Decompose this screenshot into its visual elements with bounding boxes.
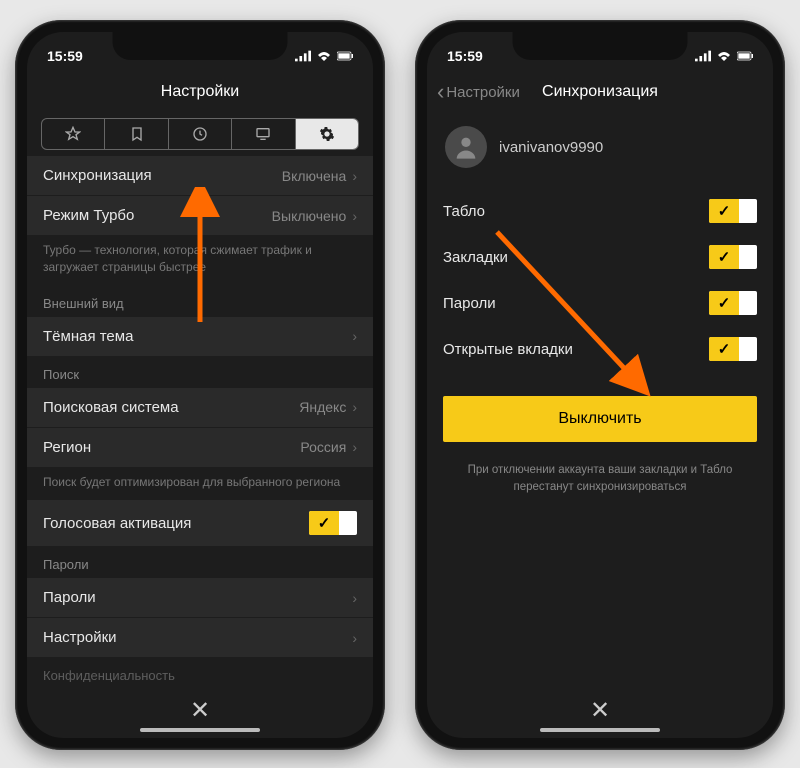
status-time: 15:59	[47, 48, 83, 64]
row-value: Россия	[300, 439, 346, 455]
row-value: Яндекс	[299, 399, 346, 415]
row-value: Выключено	[272, 208, 347, 224]
nav-header: ‹ Настройки Синхронизация	[427, 72, 773, 112]
disable-note: При отключении аккаунта ваши закладки и …	[427, 452, 773, 507]
section-appearance: Внешний вид	[27, 286, 373, 317]
tab-favorites[interactable]	[42, 119, 105, 149]
check-icon: ✓	[709, 337, 739, 361]
signal-icon	[295, 50, 311, 62]
notch	[513, 32, 688, 60]
battery-icon	[737, 50, 753, 62]
tablo-toggle[interactable]: ✓	[709, 199, 757, 223]
disable-button[interactable]: Выключить	[443, 396, 757, 442]
tab-history[interactable]	[169, 119, 232, 149]
home-indicator	[540, 728, 660, 732]
row-sync[interactable]: Синхронизация Включена ›	[27, 156, 373, 196]
row-label: Пароли	[443, 295, 496, 312]
battery-icon	[337, 50, 353, 62]
chevron-right-icon: ›	[352, 328, 357, 344]
row-bookmarks[interactable]: Закладки ✓	[427, 234, 773, 280]
wifi-icon	[316, 50, 332, 62]
row-passwords[interactable]: Пароли ✓	[427, 280, 773, 326]
row-label: Настройки	[43, 629, 117, 646]
back-button[interactable]: ‹ Настройки	[437, 79, 520, 105]
row-label: Синхронизация	[43, 167, 152, 184]
tab-devices[interactable]	[232, 119, 295, 149]
chevron-left-icon: ‹	[437, 79, 444, 105]
row-label: Табло	[443, 203, 485, 220]
voice-toggle[interactable]: ✓	[309, 511, 357, 535]
row-label: Голосовая активация	[43, 515, 191, 532]
check-icon: ✓	[709, 245, 739, 269]
row-label: Регион	[43, 439, 91, 456]
search-description: Поиск будет оптимизирован для выбранного…	[27, 468, 373, 501]
passwords-toggle[interactable]: ✓	[709, 291, 757, 315]
section-privacy: Конфиденциальность	[27, 658, 373, 682]
turbo-description: Турбо — технология, которая сжимает траф…	[27, 236, 373, 286]
disable-button-label: Выключить	[558, 410, 641, 428]
wifi-icon	[716, 50, 732, 62]
check-icon: ✓	[709, 199, 739, 223]
chevron-right-icon: ›	[352, 439, 357, 455]
notch	[113, 32, 288, 60]
avatar	[445, 126, 487, 168]
row-dark-theme[interactable]: Тёмная тема ›	[27, 317, 373, 357]
row-open-tabs[interactable]: Открытые вкладки ✓	[427, 326, 773, 372]
section-passwords: Пароли	[27, 547, 373, 578]
status-icons	[295, 50, 353, 62]
row-passwords[interactable]: Пароли ›	[27, 578, 373, 618]
settings-list: Синхронизация Включена › Режим Турбо Выкл…	[27, 156, 373, 682]
tabs-toggle[interactable]: ✓	[709, 337, 757, 361]
page-title: Синхронизация	[542, 83, 658, 101]
row-label: Режим Турбо	[43, 207, 134, 224]
row-tablo[interactable]: Табло ✓	[427, 188, 773, 234]
close-icon[interactable]: ✕	[590, 696, 610, 725]
row-label: Пароли	[43, 589, 96, 606]
row-voice-activation[interactable]: Голосовая активация ✓	[27, 500, 373, 547]
home-indicator	[140, 728, 260, 732]
status-time: 15:59	[447, 48, 483, 64]
row-turbo[interactable]: Режим Турбо Выключено ›	[27, 196, 373, 236]
chevron-right-icon: ›	[352, 208, 357, 224]
check-icon: ✓	[709, 291, 739, 315]
row-settings[interactable]: Настройки ›	[27, 618, 373, 658]
row-label: Поисковая система	[43, 399, 179, 416]
phone-right: 15:59 ‹ Настройки Синхронизация ivanivan…	[415, 20, 785, 750]
chevron-right-icon: ›	[352, 168, 357, 184]
back-label: Настройки	[446, 84, 520, 101]
page-title: Настройки	[161, 83, 239, 101]
phone-left: 15:59 Настройки Синхронизация Включена › …	[15, 20, 385, 750]
nav-header: Настройки	[27, 72, 373, 112]
close-icon[interactable]: ✕	[190, 696, 210, 725]
row-value: Включена	[282, 168, 347, 184]
chevron-right-icon: ›	[352, 630, 357, 646]
signal-icon	[695, 50, 711, 62]
check-icon: ✓	[309, 511, 339, 535]
row-label: Тёмная тема	[43, 328, 133, 345]
row-region[interactable]: Регион Россия ›	[27, 428, 373, 468]
section-search: Поиск	[27, 357, 373, 388]
row-label: Закладки	[443, 249, 508, 266]
row-search-engine[interactable]: Поисковая система Яндекс ›	[27, 388, 373, 428]
status-icons	[695, 50, 753, 62]
row-label: Открытые вкладки	[443, 341, 573, 358]
username: ivanivanov9990	[499, 139, 603, 156]
bookmarks-toggle[interactable]: ✓	[709, 245, 757, 269]
chevron-right-icon: ›	[352, 399, 357, 415]
sync-content: ivanivanov9990 Табло ✓ Закладки ✓ Пароли…	[427, 112, 773, 682]
user-row[interactable]: ivanivanov9990	[427, 112, 773, 188]
tab-settings[interactable]	[296, 119, 358, 149]
chevron-right-icon: ›	[352, 590, 357, 606]
tab-bar	[41, 118, 359, 150]
tab-bookmarks[interactable]	[105, 119, 168, 149]
